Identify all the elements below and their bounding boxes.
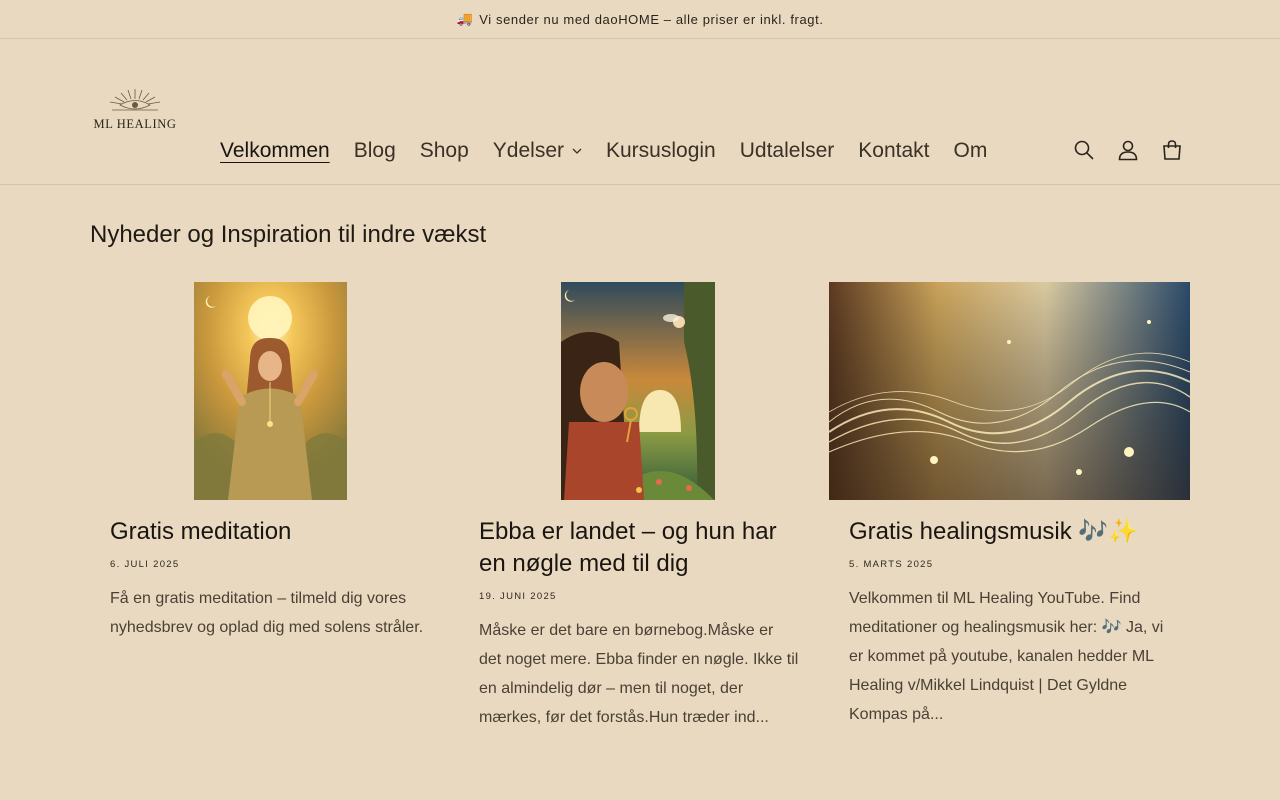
golden-waves-illustration	[829, 282, 1190, 500]
article-excerpt: Måske er det bare en børnebog.Måske er d…	[479, 622, 799, 726]
article-title[interactable]: Ebba er landet – og hun har en nøgle med…	[479, 516, 800, 580]
nav-item-om[interactable]: Om	[942, 139, 1000, 163]
chevron-down-icon	[572, 148, 582, 154]
article-image-ebba[interactable]	[459, 282, 820, 500]
header-icons	[1072, 138, 1184, 162]
article-card[interactable]: Gratis healingsmusik 🎶✨ 5. MARTS 2025 Ve…	[829, 282, 1190, 729]
search-button[interactable]	[1072, 138, 1096, 162]
account-icon	[1118, 140, 1138, 161]
article-image-healingsmusik[interactable]	[829, 282, 1190, 500]
nav-item-velkommen[interactable]: Velkommen	[208, 139, 342, 163]
meditation-woman-illustration	[194, 282, 347, 500]
nav-item-label: Velkommen	[220, 139, 330, 162]
nav-item-label: Blog	[353, 139, 396, 162]
nav-item-shop[interactable]: Shop	[408, 139, 481, 163]
page-title: Nyheder og Inspiration til indre vækst	[90, 221, 487, 248]
article-date: 6. JULI 2025	[110, 559, 180, 570]
nav-item-label: Kontakt	[858, 139, 930, 162]
sun-eye-logo-icon	[109, 89, 161, 111]
nav-item-ydelser[interactable]: Ydelser	[481, 139, 594, 163]
nav-item-label: Ydelser	[492, 139, 564, 162]
nav-item-label: Om	[953, 139, 988, 162]
article-image-meditation[interactable]	[90, 282, 451, 500]
account-button[interactable]	[1116, 138, 1140, 162]
cart-icon	[1163, 140, 1181, 160]
cart-button[interactable]	[1160, 138, 1184, 162]
nav-item-label: Udtalelser	[739, 139, 835, 162]
logo-text: ML HEALING	[93, 117, 177, 131]
nav-item-label: Kursuslogin	[606, 139, 716, 162]
article-date: 19. JUNI 2025	[479, 591, 557, 602]
nav-item-kursuslogin[interactable]: Kursuslogin	[594, 139, 728, 163]
article-date: 5. MARTS 2025	[849, 559, 934, 570]
site-header: ML HEALING Velkommen Blog Shop Ydelser K…	[0, 39, 1280, 185]
search-icon	[1074, 140, 1094, 160]
announcement-text: Vi sender nu med daoHOME – alle priser e…	[479, 11, 824, 27]
nav-item-label: Shop	[419, 139, 469, 162]
nav-item-blog[interactable]: Blog	[342, 139, 408, 163]
article-excerpt: Få en gratis meditation – tilmeld dig vo…	[110, 590, 424, 636]
article-title[interactable]: Gratis healingsmusik 🎶✨	[849, 516, 1170, 548]
article-title[interactable]: Gratis meditation	[110, 516, 431, 548]
article-excerpt: Velkommen til ML Healing YouTube. Find m…	[849, 590, 1164, 723]
nav-item-kontakt[interactable]: Kontakt	[846, 139, 941, 163]
logo[interactable]: ML HEALING	[90, 87, 180, 135]
main-nav: Velkommen Blog Shop Ydelser Kursuslogin …	[208, 135, 999, 167]
girl-with-key-illustration	[561, 282, 715, 500]
article-card[interactable]: Ebba er landet – og hun har en nøgle med…	[459, 282, 820, 732]
announcement-bar: 🚚 Vi sender nu med daoHOME – alle priser…	[0, 0, 1280, 39]
nav-item-udtalelser[interactable]: Udtalelser	[728, 139, 847, 163]
article-card[interactable]: Gratis meditation 6. JULI 2025 Få en gra…	[90, 282, 451, 642]
truck-icon: 🚚	[456, 11, 474, 26]
